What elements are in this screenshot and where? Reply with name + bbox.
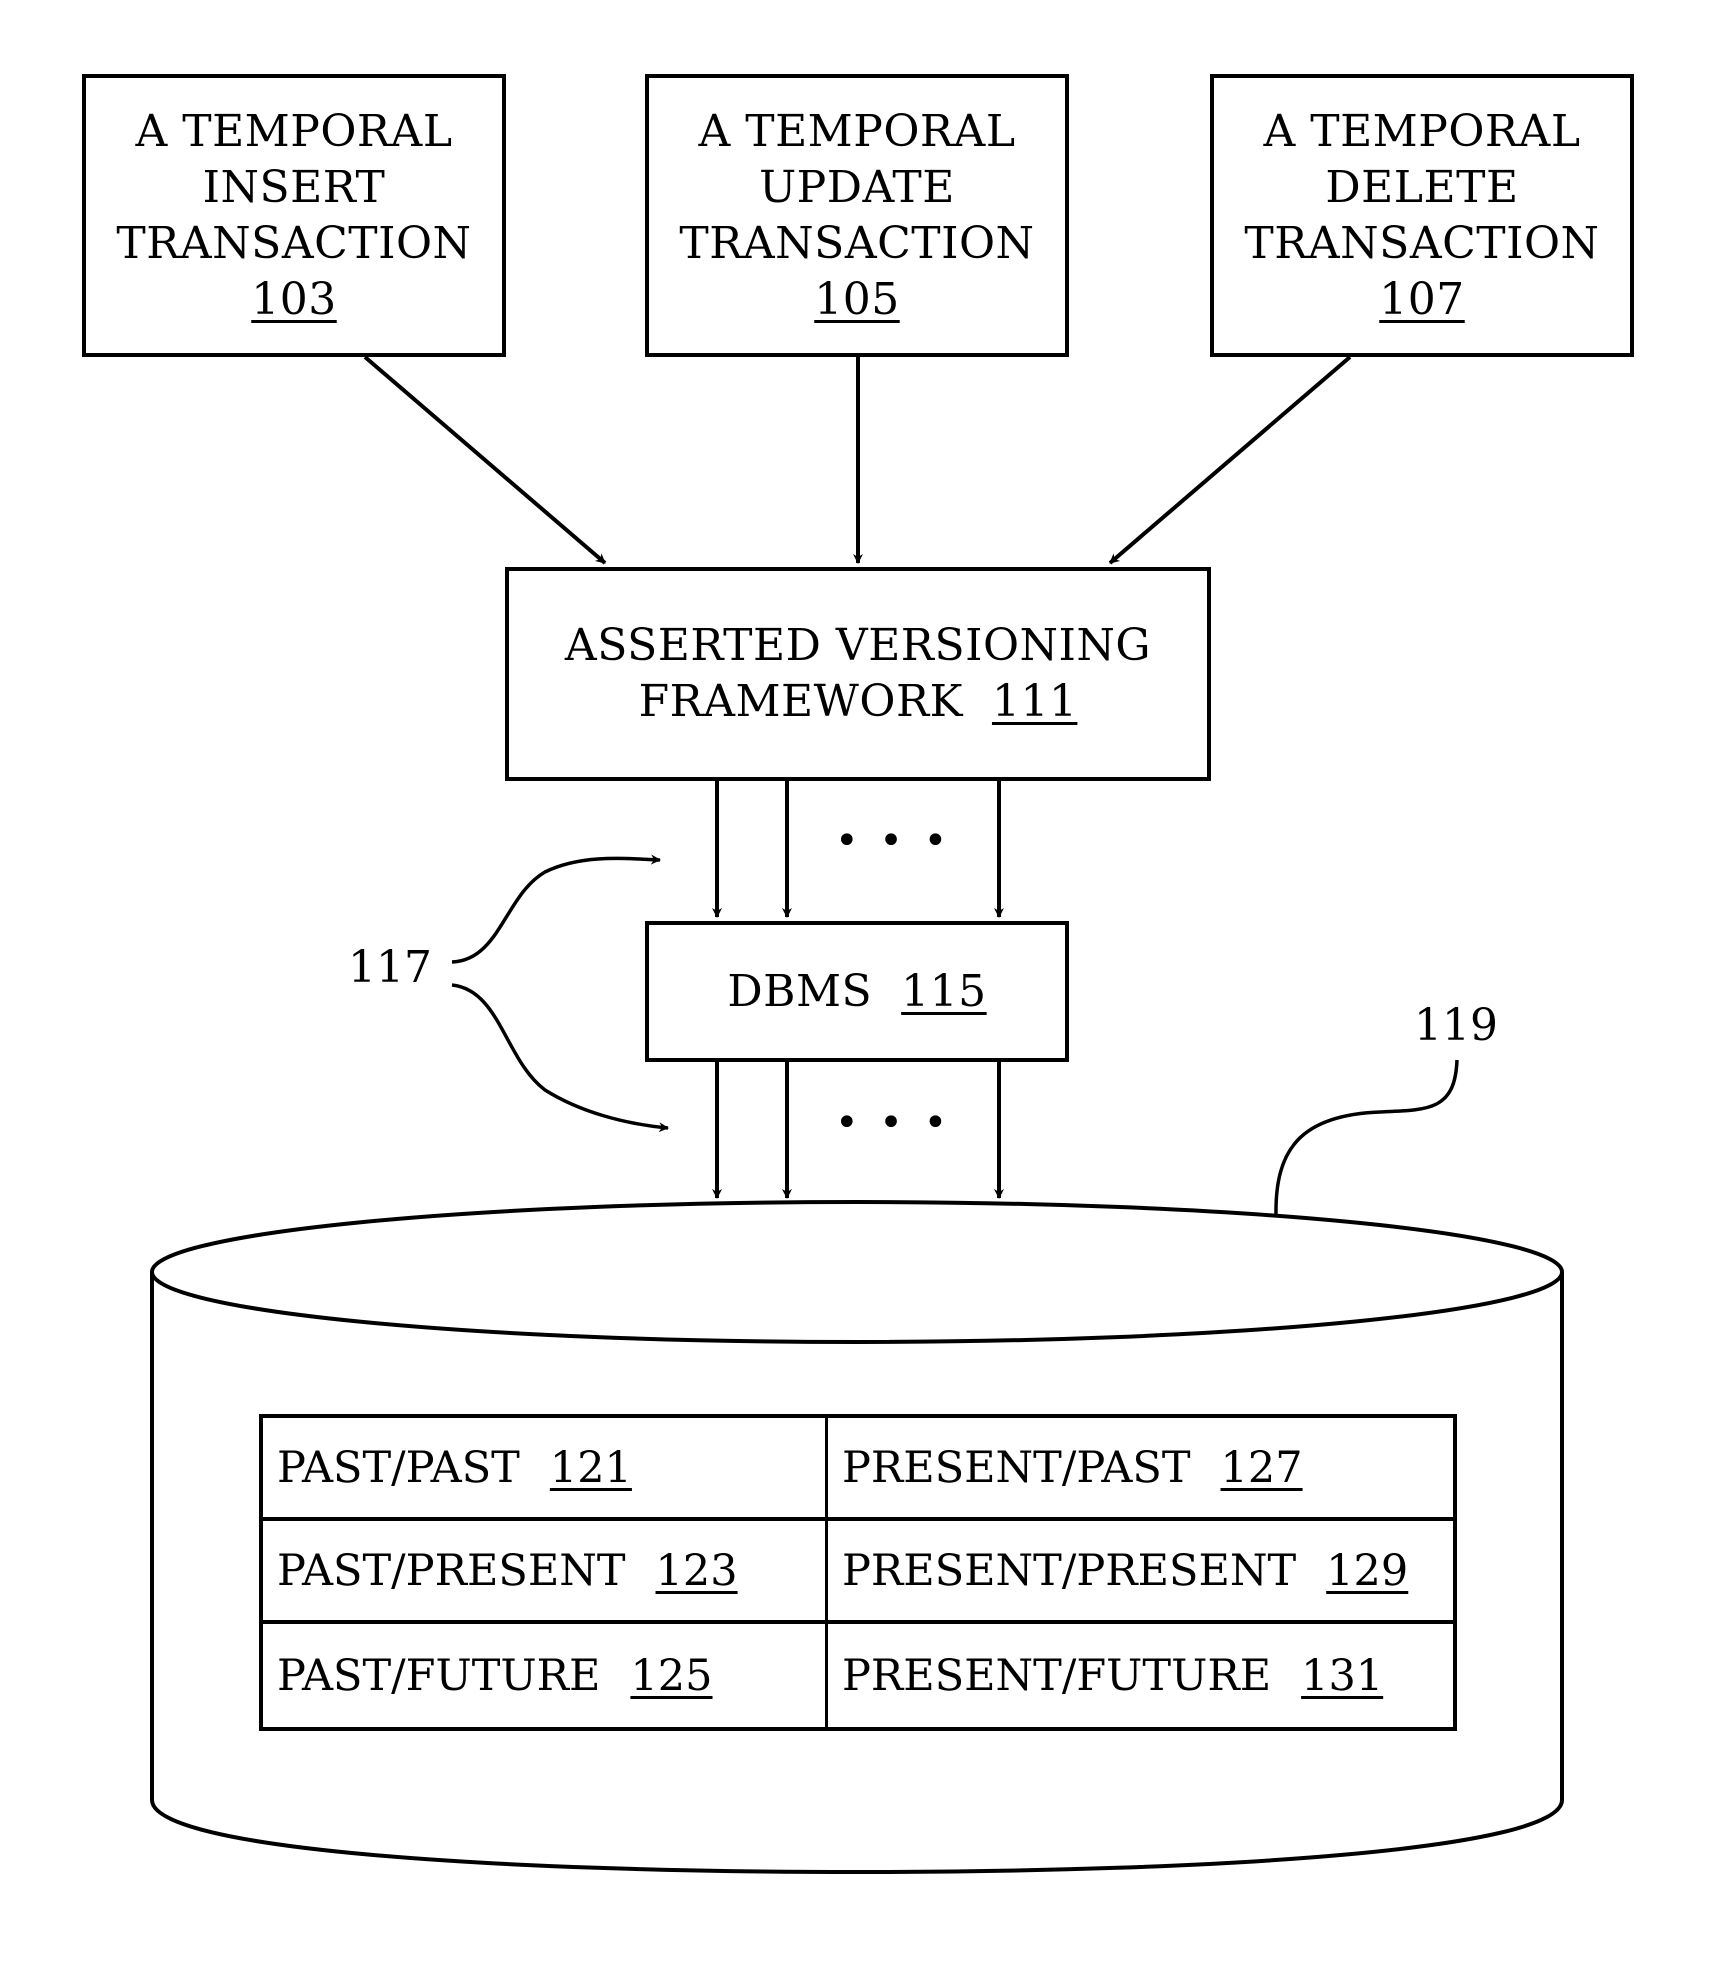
box-text-line: A TEMPORAL — [1263, 105, 1581, 157]
dbms-box: DBMS 115 — [645, 921, 1069, 1062]
box-text-line: UPDATE — [759, 161, 955, 213]
box-text-line: ASSERTED VERSIONING — [564, 620, 1152, 671]
cell-label: PRESENT/PRESENT — [842, 1545, 1297, 1596]
reference-number: 131 — [1301, 1650, 1384, 1701]
box-text-line: DBMS 115 — [727, 964, 986, 1020]
reference-number: 127 — [1220, 1442, 1303, 1493]
reference-number: 129 — [1326, 1545, 1409, 1596]
temporal-update-transaction-box: A TEMPORAL UPDATE TRANSACTION 105 — [645, 74, 1069, 357]
reference-number: 123 — [655, 1545, 738, 1596]
arrow-insert-to-framework — [363, 355, 607, 565]
box-text-line: TRANSACTION — [116, 217, 472, 269]
box-text-line: A TEMPORAL — [698, 105, 1016, 157]
ellipsis-lower: • • • — [835, 1100, 952, 1146]
table-cell-past-past: PAST/PAST 121 — [263, 1418, 828, 1521]
box-text-line: TRANSACTION — [1244, 217, 1600, 269]
arrow-delete-to-framework — [1108, 355, 1352, 565]
table-cell-past-present: PAST/PRESENT 123 — [263, 1521, 828, 1624]
temporal-states-table: PAST/PAST 121 PRESENT/PAST 127 PAST/PRESEN… — [259, 1414, 1457, 1731]
asserted-versioning-framework-box: ASSERTED VERSIONING FRAMEWORK 111 — [505, 567, 1211, 781]
reference-number: 107 — [1379, 273, 1465, 325]
cell-label: PAST/PRESENT — [277, 1545, 626, 1596]
table-cell-present-present: PRESENT/PRESENT 129 — [828, 1521, 1453, 1624]
dbms-label: DBMS — [727, 965, 873, 1017]
cell-label: PAST/PAST — [277, 1442, 520, 1493]
cell-label: PRESENT/PAST — [842, 1442, 1191, 1493]
table-cell-present-past: PRESENT/PAST 127 — [828, 1418, 1453, 1521]
cell-label: PAST/FUTURE — [277, 1650, 601, 1701]
reference-number: 121 — [549, 1442, 632, 1493]
ellipsis-upper: • • • — [835, 818, 952, 864]
table-cell-present-future: PRESENT/FUTURE 131 — [828, 1624, 1453, 1727]
temporal-delete-transaction-box: A TEMPORAL DELETE TRANSACTION 107 — [1210, 74, 1634, 357]
reference-number: 125 — [630, 1650, 713, 1701]
box-text-line: TRANSACTION — [679, 217, 1035, 269]
box-text-line: INSERT — [202, 161, 386, 213]
reference-number: 105 — [814, 273, 900, 325]
reference-number: 111 — [991, 676, 1078, 727]
table-cell-past-future: PAST/FUTURE 125 — [263, 1624, 828, 1727]
temporal-insert-transaction-box: A TEMPORAL INSERT TRANSACTION 103 — [82, 74, 506, 357]
leader-119 — [1274, 1059, 1459, 1216]
leader-117-lower — [451, 983, 669, 1133]
database-cylinder-top — [150, 1200, 1564, 1344]
box-text-line: FRAMEWORK 111 — [639, 674, 1078, 730]
cell-label: PRESENT/FUTURE — [842, 1650, 1272, 1701]
framework-label: FRAMEWORK — [638, 676, 963, 727]
database-label-119: 119 — [1414, 1000, 1498, 1051]
leader-117-upper — [451, 854, 661, 964]
box-text-line: A TEMPORAL — [135, 105, 453, 157]
reference-number: 103 — [251, 273, 337, 325]
connection-label-117: 117 — [348, 942, 432, 993]
box-text-line: DELETE — [1325, 161, 1519, 213]
reference-number: 115 — [901, 965, 987, 1017]
